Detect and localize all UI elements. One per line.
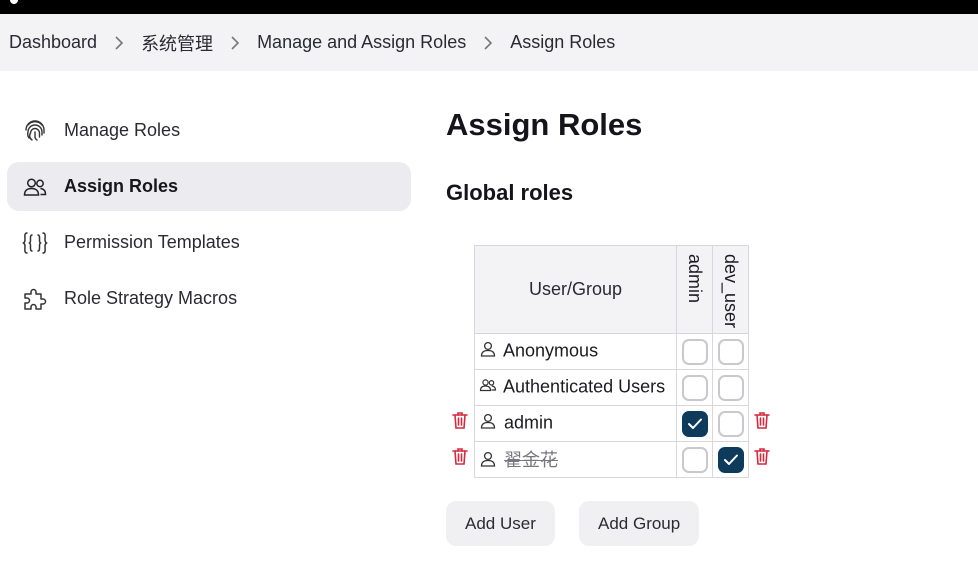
user-icon <box>479 450 499 473</box>
column-header-user-group: User/Group <box>474 244 677 335</box>
chevron-right-icon <box>466 32 510 53</box>
section-title-global-roles: Global roles <box>446 180 574 205</box>
logo-icon[interactable] <box>10 0 18 4</box>
sidebar-item-permission-templates[interactable]: Permission Templates <box>7 218 411 267</box>
row-name-cell: Anonymous <box>474 333 677 371</box>
chevron-right-icon <box>97 32 141 53</box>
puzzle-icon <box>22 286 48 312</box>
chevron-right-icon <box>213 32 257 53</box>
table-row: Anonymous <box>474 333 749 371</box>
sidebar-item-manage-roles[interactable]: Manage Roles <box>7 106 411 155</box>
checkbox-zhaijinhua-dev-user[interactable] <box>717 446 744 473</box>
sidebar-item-label: Permission Templates <box>64 232 240 252</box>
group-icon <box>479 376 499 399</box>
table-header-row: User/Group admin dev_user <box>474 244 749 335</box>
breadcrumb-dashboard[interactable]: Dashboard <box>9 32 97 53</box>
checkbox-zhaijinhua-admin[interactable] <box>681 446 708 473</box>
user-icon <box>479 412 499 435</box>
sidebar: Manage Roles Assign Roles Permission Tem… <box>7 106 411 330</box>
add-group-button[interactable]: Add Group <box>579 501 700 546</box>
breadcrumb-assign-roles[interactable]: Assign Roles <box>510 32 615 53</box>
trash-icon[interactable] <box>450 446 470 466</box>
checkbox-authenticated-admin[interactable] <box>681 374 708 401</box>
add-user-button[interactable]: Add User <box>446 501 555 546</box>
checkbox-anonymous-admin[interactable] <box>681 338 708 365</box>
page-title: Assign Roles <box>446 107 643 142</box>
checkbox-admin-dev-user[interactable] <box>717 410 744 437</box>
trash-icon[interactable] <box>450 410 470 430</box>
breadcrumb-system-management[interactable]: 系统管理 <box>141 30 213 56</box>
checkbox-anonymous-dev-user[interactable] <box>717 338 744 365</box>
column-header-dev-user: dev_user <box>712 244 749 335</box>
trash-icon[interactable] <box>752 410 772 430</box>
global-roles-table: User/Group admin dev_user Anonymous Auth… <box>474 244 749 479</box>
table-row: admin <box>474 405 749 443</box>
breadcrumb: Dashboard 系统管理 Manage and Assign Roles A… <box>0 14 978 71</box>
trash-icon[interactable] <box>752 446 772 466</box>
sidebar-item-label: Role Strategy Macros <box>64 288 238 308</box>
column-header-admin: admin <box>676 244 713 335</box>
checkbox-admin-admin[interactable] <box>681 410 708 437</box>
user-icon <box>479 340 499 363</box>
sidebar-item-role-strategy-macros[interactable]: Role Strategy Macros <box>7 274 411 323</box>
sidebar-item-label: Manage Roles <box>64 120 181 140</box>
row-name-cell: Authenticated Users <box>474 369 677 407</box>
fingerprint-icon <box>22 118 48 144</box>
row-name-cell: admin <box>474 405 677 443</box>
checkbox-authenticated-dev-user[interactable] <box>717 374 744 401</box>
sidebar-item-label: Assign Roles <box>64 176 179 196</box>
breadcrumb-manage-assign-roles[interactable]: Manage and Assign Roles <box>257 32 466 53</box>
row-name-cell: 翟金花 <box>474 441 677 479</box>
sidebar-item-assign-roles[interactable]: Assign Roles <box>7 162 411 211</box>
table-row: Authenticated Users <box>474 369 749 407</box>
braces-icon <box>22 230 48 256</box>
users-icon <box>22 174 48 200</box>
table-row: 翟金花 <box>474 441 749 479</box>
main-content: Assign Roles Global roles User/Group adm… <box>446 100 966 546</box>
top-header-bar <box>0 0 978 14</box>
